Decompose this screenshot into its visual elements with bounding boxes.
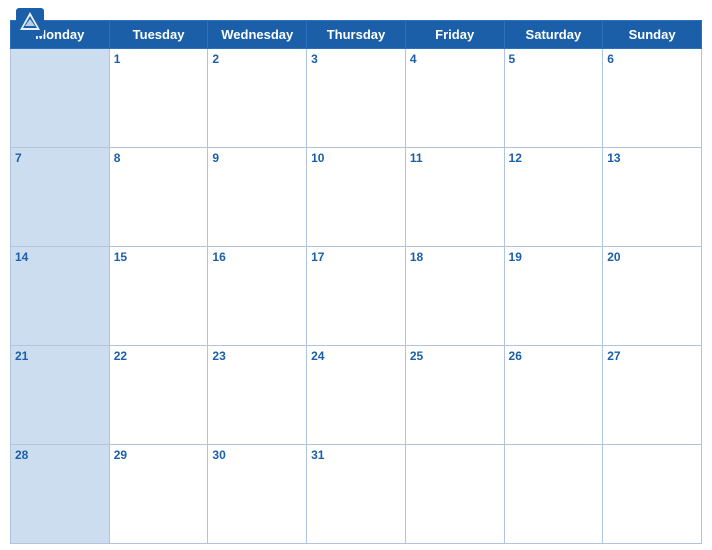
weekday-header-sunday: Sunday: [603, 21, 702, 49]
calendar-cell: 21: [11, 346, 110, 445]
calendar-cell: 23: [208, 346, 307, 445]
calendar-cell: 1: [109, 49, 208, 148]
day-number: 11: [410, 151, 423, 165]
calendar-cell: 2: [208, 49, 307, 148]
day-number: 1: [114, 52, 121, 66]
calendar-cell: 22: [109, 346, 208, 445]
day-number: 3: [311, 52, 318, 66]
calendar-cell: 12: [504, 148, 603, 247]
day-number: 29: [114, 448, 127, 462]
calendar-cell: 6: [603, 49, 702, 148]
calendar-cell: 26: [504, 346, 603, 445]
calendar-cell: 27: [603, 346, 702, 445]
weekday-header-friday: Friday: [405, 21, 504, 49]
weekday-header-wednesday: Wednesday: [208, 21, 307, 49]
day-number: 15: [114, 250, 127, 264]
logo-icon: [16, 8, 44, 36]
calendar-table: MondayTuesdayWednesdayThursdayFridaySatu…: [10, 20, 702, 544]
calendar-cell: 20: [603, 247, 702, 346]
day-number: 13: [607, 151, 620, 165]
day-number: 9: [212, 151, 219, 165]
day-number: 30: [212, 448, 225, 462]
day-number: 14: [15, 250, 28, 264]
day-number: 2: [212, 52, 219, 66]
day-number: 31: [311, 448, 324, 462]
calendar-week-3: 14 15 16 17 18 19 20: [11, 247, 702, 346]
calendar-week-2: 7 8 9 10 11 12 13: [11, 148, 702, 247]
day-number: 26: [509, 349, 522, 363]
day-number: 7: [15, 151, 22, 165]
calendar-cell: 8: [109, 148, 208, 247]
calendar-cell: 17: [307, 247, 406, 346]
weekday-header-row: MondayTuesdayWednesdayThursdayFridaySatu…: [11, 21, 702, 49]
calendar-week-5: 28 29 30 31: [11, 445, 702, 544]
calendar-week-4: 21 22 23 24 25 26 27: [11, 346, 702, 445]
logo: [16, 8, 48, 36]
calendar-container: MondayTuesdayWednesdayThursdayFridaySatu…: [0, 0, 712, 550]
weekday-header-tuesday: Tuesday: [109, 21, 208, 49]
calendar-week-1: 1 2 3 4 5 6: [11, 49, 702, 148]
calendar-cell: [504, 445, 603, 544]
calendar-cell: 10: [307, 148, 406, 247]
day-number: 22: [114, 349, 127, 363]
day-number: 17: [311, 250, 324, 264]
day-number: 12: [509, 151, 522, 165]
calendar-cell: 25: [405, 346, 504, 445]
day-number: 19: [509, 250, 522, 264]
calendar-cell: 19: [504, 247, 603, 346]
day-number: 20: [607, 250, 620, 264]
calendar-thead: MondayTuesdayWednesdayThursdayFridaySatu…: [11, 21, 702, 49]
calendar-cell: 18: [405, 247, 504, 346]
calendar-cell: 9: [208, 148, 307, 247]
calendar-cell: 14: [11, 247, 110, 346]
calendar-cell: 4: [405, 49, 504, 148]
calendar-cell: 5: [504, 49, 603, 148]
day-number: 16: [212, 250, 225, 264]
day-number: 21: [15, 349, 28, 363]
day-number: 8: [114, 151, 121, 165]
calendar-cell: 7: [11, 148, 110, 247]
calendar-cell: 28: [11, 445, 110, 544]
day-number: 4: [410, 52, 417, 66]
calendar-cell: 30: [208, 445, 307, 544]
day-number: 25: [410, 349, 423, 363]
calendar-cell: 3: [307, 49, 406, 148]
calendar-cell: 15: [109, 247, 208, 346]
calendar-cell: [11, 49, 110, 148]
calendar-cell: 31: [307, 445, 406, 544]
calendar-cell: [405, 445, 504, 544]
weekday-header-saturday: Saturday: [504, 21, 603, 49]
calendar-cell: 24: [307, 346, 406, 445]
calendar-cell: 11: [405, 148, 504, 247]
day-number: 24: [311, 349, 324, 363]
day-number: 5: [509, 52, 516, 66]
day-number: 18: [410, 250, 423, 264]
day-number: 6: [607, 52, 614, 66]
day-number: 10: [311, 151, 324, 165]
day-number: 23: [212, 349, 225, 363]
calendar-cell: 13: [603, 148, 702, 247]
weekday-header-thursday: Thursday: [307, 21, 406, 49]
day-number: 28: [15, 448, 28, 462]
calendar-cell: 29: [109, 445, 208, 544]
day-number: 27: [607, 349, 620, 363]
calendar-cell: [603, 445, 702, 544]
calendar-cell: 16: [208, 247, 307, 346]
calendar-tbody: 1234567891011121314151617181920212223242…: [11, 49, 702, 544]
calendar-header: [0, 0, 712, 14]
